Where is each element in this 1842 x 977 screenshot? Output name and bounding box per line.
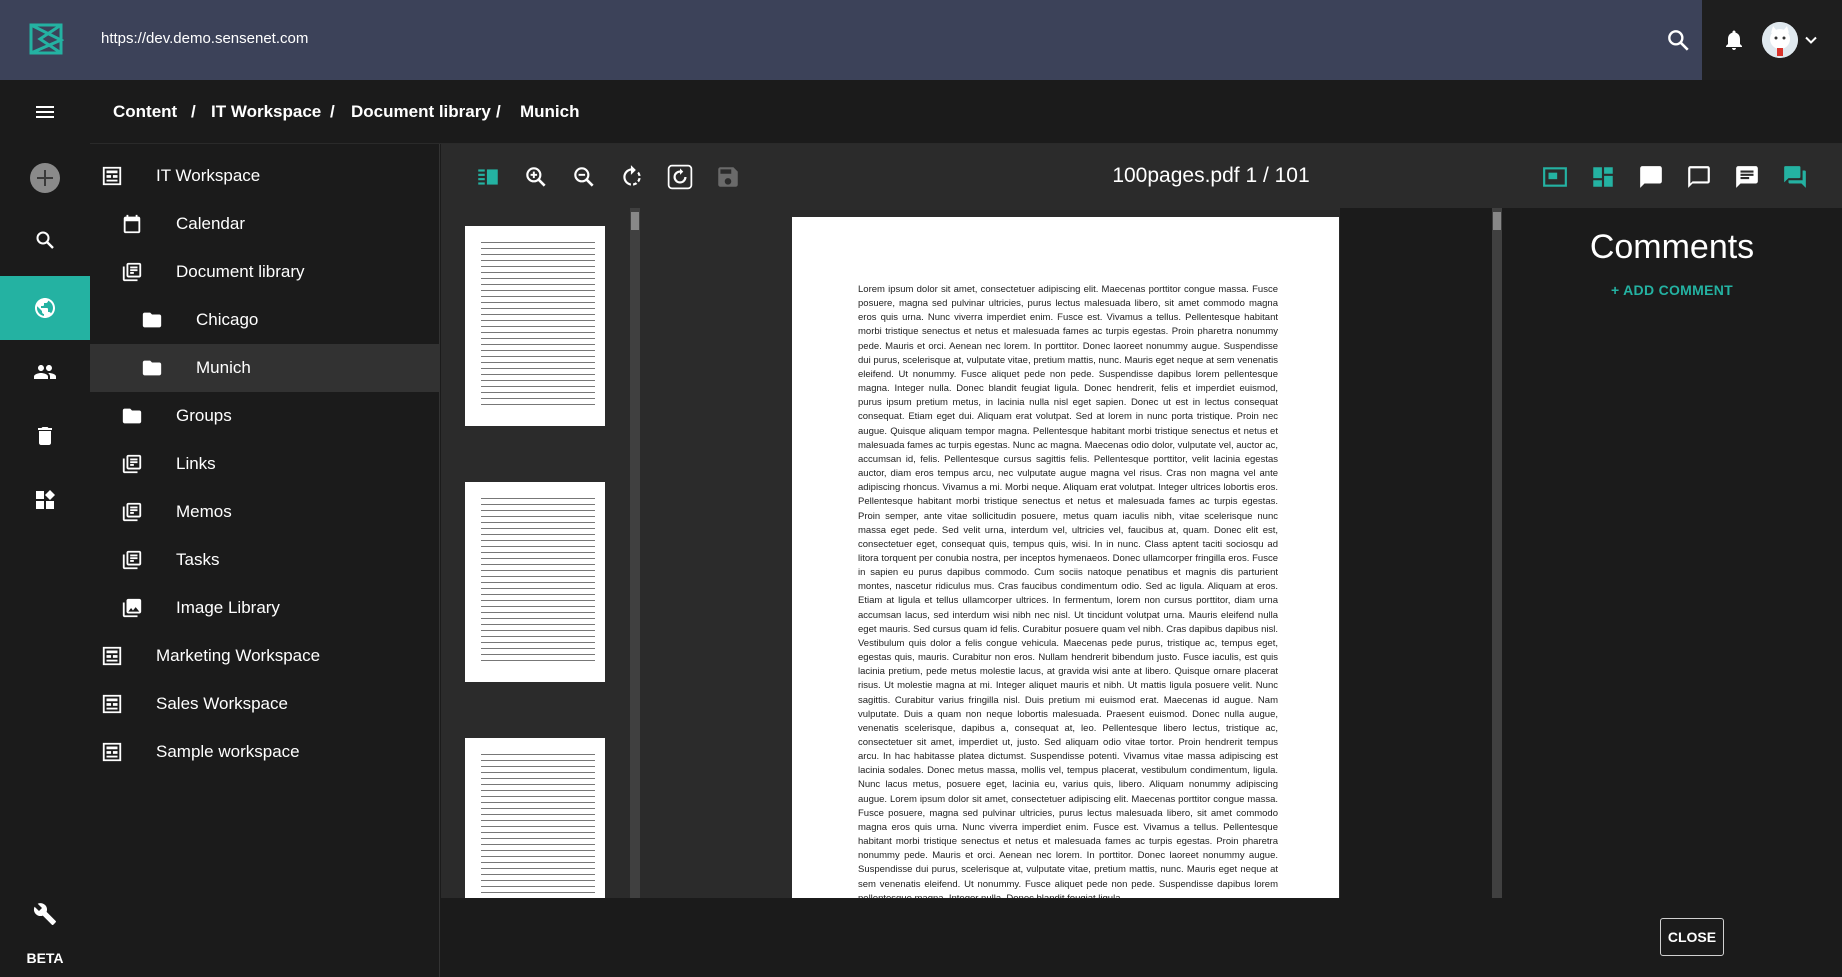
- bell-icon[interactable]: [1722, 28, 1746, 52]
- folder-icon: [141, 309, 163, 331]
- workspace-icon: [101, 693, 123, 715]
- add-comment-button[interactable]: + ADD COMMENT: [1502, 282, 1842, 298]
- tree-item-munich[interactable]: Munich: [90, 344, 440, 392]
- page-thumbnail[interactable]: [465, 738, 605, 898]
- tree-item-label: IT Workspace: [156, 166, 261, 185]
- workspace-icon: [101, 645, 123, 667]
- page-text: Lorem ipsum dolor sit amet, consectetuer…: [858, 284, 1278, 898]
- tree-item-links[interactable]: Links: [90, 440, 440, 488]
- chevron-down-icon[interactable]: [1801, 30, 1821, 50]
- side-rail: BETA: [0, 80, 90, 977]
- thumbnails-toggle-icon[interactable]: [475, 164, 501, 190]
- list-icon: [121, 549, 143, 571]
- page-thumbnail[interactable]: [465, 482, 605, 682]
- folder-icon: [121, 405, 143, 427]
- calendar-icon: [121, 213, 143, 235]
- tree-item-label: Groups: [176, 406, 232, 425]
- tree-item-sample-workspace[interactable]: Sample workspace: [90, 728, 440, 776]
- page-thumbnails[interactable]: [441, 208, 631, 898]
- sensenet-logo-icon[interactable]: [28, 20, 65, 58]
- globe-icon[interactable]: [0, 276, 90, 340]
- thumbnails-scroll-thumb[interactable]: [631, 212, 639, 230]
- tree-item-label: Document library: [176, 262, 305, 281]
- breadcrumb-item[interactable]: Document library: [351, 102, 491, 122]
- tree-item-label: Marketing Workspace: [156, 646, 321, 665]
- folder-icon: [141, 357, 163, 379]
- content-tree: IT Workspace Calendar Document library C…: [90, 144, 440, 977]
- workspace-icon: [101, 741, 123, 763]
- comment-icon[interactable]: [1638, 164, 1664, 190]
- tree-item-it-workspace[interactable]: IT Workspace: [90, 152, 440, 200]
- user-avatar[interactable]: [1762, 22, 1798, 58]
- comments-title: Comments: [1589, 228, 1755, 266]
- tree-item-label: Links: [176, 454, 216, 473]
- viewer-toolbar: 100pages.pdf 1 / 101: [441, 144, 1842, 208]
- fit-page-icon[interactable]: [1542, 164, 1568, 190]
- page-area[interactable]: Lorem ipsum dolor sit amet, consectetuer…: [640, 208, 1340, 898]
- tree-item-calendar[interactable]: Calendar: [90, 200, 440, 248]
- image-library-icon: [121, 597, 143, 619]
- breadcrumb-separator: /: [496, 102, 501, 121]
- comment-text-icon[interactable]: [1734, 164, 1760, 190]
- breadcrumb: Content / IT Workspace / Document librar…: [90, 80, 1842, 144]
- document-viewer: 100pages.pdf 1 / 101 Lorem ipsum dolor s…: [441, 144, 1842, 977]
- tree-item-sales-workspace[interactable]: Sales Workspace: [90, 680, 440, 728]
- rotate-page-icon[interactable]: [667, 164, 693, 190]
- comments-panel-icon[interactable]: [1782, 164, 1808, 190]
- comment-outline-icon[interactable]: [1686, 164, 1712, 190]
- breadcrumb-item[interactable]: Munich: [520, 102, 580, 122]
- tree-item-label: Sample workspace: [156, 742, 300, 761]
- dashboard-icon[interactable]: [0, 468, 90, 532]
- tree-item-tasks[interactable]: Tasks: [90, 536, 440, 584]
- tree-item-groups[interactable]: Groups: [90, 392, 440, 440]
- breadcrumb-separator: /: [330, 102, 335, 121]
- comments-panel: Comments + ADD COMMENT: [1502, 208, 1842, 898]
- document-page[interactable]: Lorem ipsum dolor sit amet, consectetuer…: [792, 217, 1339, 898]
- document-title: 100pages.pdf 1 / 101: [1112, 164, 1310, 187]
- breadcrumb-item[interactable]: Content: [113, 102, 177, 122]
- tree-item-document-library[interactable]: Document library: [90, 248, 440, 296]
- users-icon[interactable]: [0, 340, 90, 404]
- tree-item-label: Munich: [196, 358, 251, 377]
- wrench-icon[interactable]: [0, 882, 90, 946]
- layout-icon[interactable]: [1590, 164, 1616, 190]
- zoom-out-icon[interactable]: [571, 164, 597, 190]
- zoom-in-icon[interactable]: [523, 164, 549, 190]
- trash-icon[interactable]: [0, 404, 90, 468]
- top-bar: https://dev.demo.sensenet.com: [0, 0, 1842, 80]
- tree-item-marketing-workspace[interactable]: Marketing Workspace: [90, 632, 440, 680]
- tree-item-label: Chicago: [196, 310, 259, 329]
- tree-item-label: Memos: [176, 502, 232, 521]
- page-thumbnail[interactable]: [465, 226, 605, 426]
- tree-item-image-library[interactable]: Image Library: [90, 584, 440, 632]
- tree-item-label: Tasks: [176, 550, 220, 569]
- menu-icon[interactable]: [0, 80, 90, 144]
- tree-item-label: Calendar: [176, 214, 245, 233]
- library-icon: [121, 261, 143, 283]
- add-icon[interactable]: [0, 146, 90, 210]
- rotate-icon[interactable]: [619, 164, 645, 190]
- repository-url[interactable]: https://dev.demo.sensenet.com: [101, 30, 308, 47]
- tree-item-label: Image Library: [176, 598, 280, 617]
- workspace-icon: [101, 165, 123, 187]
- search-icon[interactable]: [0, 208, 90, 272]
- breadcrumb-separator: /: [191, 102, 196, 121]
- tree-item-chicago[interactable]: Chicago: [90, 296, 440, 344]
- breadcrumb-item[interactable]: IT Workspace: [211, 102, 321, 122]
- page-area-gutter: [1340, 208, 1492, 898]
- list-icon: [121, 453, 143, 475]
- close-button[interactable]: CLOSE: [1660, 918, 1724, 956]
- page-scrollbar[interactable]: [1492, 208, 1502, 898]
- save-icon[interactable]: [715, 164, 741, 190]
- beta-label: BETA: [26, 950, 64, 966]
- search-icon[interactable]: [1665, 27, 1691, 53]
- list-icon: [121, 501, 143, 523]
- page-scroll-thumb[interactable]: [1493, 212, 1501, 230]
- tree-item-label: Sales Workspace: [156, 694, 288, 713]
- thumbnails-scrollbar[interactable]: [630, 208, 640, 898]
- tree-item-memos[interactable]: Memos: [90, 488, 440, 536]
